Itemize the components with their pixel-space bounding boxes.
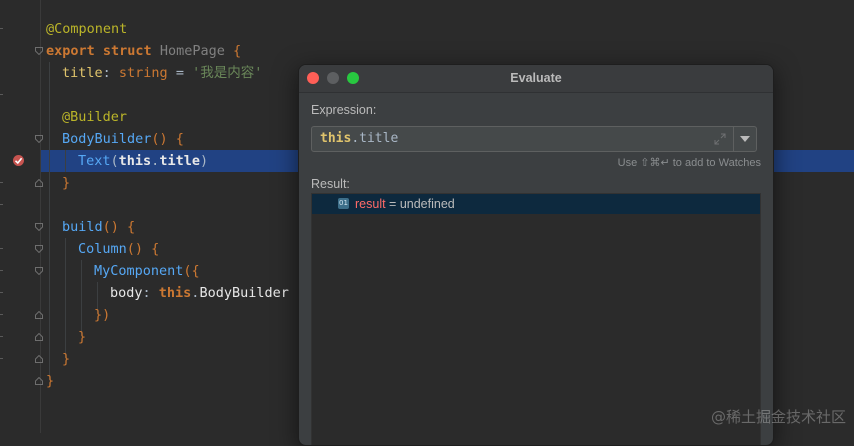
parens: () { (151, 131, 184, 147)
primitive-value-icon: 01 (338, 198, 349, 209)
brace: }) (94, 307, 111, 323)
code-line: body: this.BodyBuilder (110, 282, 289, 304)
code-line: } (46, 370, 54, 392)
code-line: }) (94, 304, 110, 326)
fold-icon[interactable] (35, 333, 43, 341)
annotation-component: @Component (46, 21, 128, 37)
function-bodybuilder: BodyBuilder (62, 131, 152, 147)
brace: } (62, 175, 71, 191)
function-column: Column (78, 241, 127, 257)
code-line: } (62, 172, 70, 194)
indent-guide (49, 62, 50, 380)
keyword-struct: struct (102, 43, 152, 59)
expand-icon[interactable] (714, 133, 726, 145)
annotation-builder: @Builder (62, 109, 128, 125)
function-mycomponent: MyComponent (94, 263, 184, 279)
fold-icon[interactable] (35, 267, 43, 275)
expression-input[interactable]: this.title (311, 126, 757, 152)
expression-label: Expression: (311, 103, 377, 117)
paren: ( (110, 153, 119, 169)
gutter-tick (0, 358, 3, 359)
dropdown-separator (733, 127, 734, 151)
type-string: string (118, 65, 168, 81)
key-body: body (110, 285, 143, 301)
fold-icon[interactable] (35, 377, 43, 385)
code-line: @Component (46, 18, 127, 40)
fold-icon[interactable] (35, 311, 43, 319)
evaluate-dialog: Evaluate Expression: this.title Use ⇧⌘↵ … (298, 64, 774, 446)
gutter-tick (0, 248, 3, 249)
property-title: title (62, 65, 103, 81)
parens: () { (126, 241, 160, 257)
code-line: } (62, 348, 70, 370)
indent-guide (65, 238, 66, 358)
result-value: undefined (399, 197, 455, 211)
keyword-this: this (118, 153, 152, 169)
watermark: @稀土掘金技术社区 (710, 408, 846, 426)
equals: = (167, 65, 193, 81)
code-line: BodyBuilder() { (62, 128, 184, 150)
parens: () { (102, 219, 136, 235)
code-line: } (78, 326, 86, 348)
keyword-this: this (158, 285, 192, 301)
code-line: build() { (62, 216, 135, 238)
code-line: Text(this.title) (78, 150, 208, 172)
expression-text[interactable]: this.title (320, 127, 398, 151)
gutter-tick (0, 28, 3, 29)
expression-this: this (320, 131, 352, 146)
gutter-tick (0, 182, 3, 183)
fold-icon[interactable] (35, 47, 43, 55)
breakpoint-icon[interactable] (12, 154, 25, 167)
colon: : (102, 65, 119, 81)
fold-icon[interactable] (35, 223, 43, 231)
result-row[interactable]: 01 result = undefined (312, 194, 760, 214)
fold-icon[interactable] (35, 245, 43, 253)
fold-icon[interactable] (35, 355, 43, 363)
gutter-tick (0, 336, 3, 337)
gutter-tick (0, 270, 3, 271)
result-tree[interactable]: 01 result = undefined (311, 193, 761, 445)
fold-icon[interactable] (35, 179, 43, 187)
code-line: title: string = '我是内容' (62, 62, 262, 84)
function-build: build (62, 219, 103, 235)
result-label: Result: (311, 177, 350, 191)
result-text: result = undefined (355, 194, 455, 214)
indent-guide (65, 150, 66, 172)
fold-icon[interactable] (35, 135, 43, 143)
history-dropdown-icon[interactable] (740, 136, 750, 142)
result-name: result (355, 197, 386, 211)
gutter-tick (0, 314, 3, 315)
gutter-tick (0, 292, 3, 293)
code-line: @Builder (62, 106, 127, 128)
expression-rest: .title (351, 131, 399, 146)
brace: } (78, 329, 87, 345)
code-line: MyComponent({ (94, 260, 200, 282)
paren: ) (199, 153, 209, 169)
brace: } (46, 373, 55, 389)
result-equals: = (385, 197, 400, 211)
gutter-tick (0, 204, 3, 205)
dialog-titlebar[interactable]: Evaluate (299, 65, 773, 93)
indent-guide (81, 260, 82, 336)
struct-name: HomePage (159, 43, 225, 59)
string-value: '我是内容' (192, 65, 263, 81)
dialog-title: Evaluate (510, 71, 562, 85)
editor-gutter[interactable] (0, 0, 40, 433)
function-text: Text (78, 153, 111, 169)
brace: { (224, 43, 242, 59)
keyword-export: export (46, 43, 95, 59)
gutter-tick (0, 94, 3, 95)
colon: : (142, 285, 159, 301)
property-bodybuilder: BodyBuilder (199, 285, 289, 301)
code-line: export struct HomePage { (46, 40, 241, 62)
add-to-watches-hint: Use ⇧⌘↵ to add to Watches (617, 157, 761, 169)
code-line: Column() { (78, 238, 159, 260)
brace: } (62, 351, 71, 367)
parens: ({ (183, 263, 200, 279)
gutter-divider (40, 0, 41, 433)
property-title: title (159, 153, 200, 169)
